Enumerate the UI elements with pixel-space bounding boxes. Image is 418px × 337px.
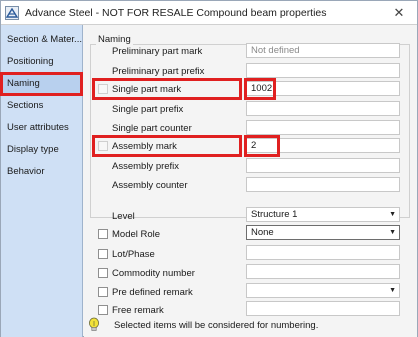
- lightbulb-icon: [89, 317, 99, 331]
- single-part-prefix-field[interactable]: [246, 101, 400, 116]
- naming-group-label: Naming: [96, 34, 133, 45]
- pre-defined-remark-dropdown[interactable]: ▼: [246, 283, 400, 298]
- chevron-down-icon: ▼: [389, 287, 396, 294]
- single-part-mark-field[interactable]: 1002: [246, 81, 400, 96]
- preliminary-part-prefix-label: Preliminary part prefix: [112, 66, 205, 77]
- lot-phase-field[interactable]: [246, 245, 400, 260]
- sidebar: Section & Mater... Positioning Naming Se…: [0, 25, 83, 337]
- sidebar-item-naming[interactable]: Naming: [0, 72, 83, 96]
- preliminary-part-mark-field[interactable]: Not defined: [246, 43, 400, 58]
- free-remark-label: Free remark: [112, 305, 164, 316]
- window-title: Advance Steel - NOT FOR RESALE Compound …: [25, 7, 327, 19]
- chevron-down-icon: ▼: [389, 211, 396, 218]
- model-role-value: None: [251, 227, 274, 238]
- model-role-dropdown[interactable]: None ▼: [246, 225, 400, 240]
- pre-defined-remark-checkbox[interactable]: [98, 287, 108, 297]
- preliminary-part-mark-label: Preliminary part mark: [112, 46, 203, 57]
- single-part-mark-label: Single part mark: [112, 84, 182, 95]
- model-role-checkbox[interactable]: [98, 229, 108, 239]
- sidebar-item-positioning[interactable]: Positioning: [1, 51, 82, 73]
- level-label: Level: [112, 211, 135, 222]
- advance-steel-icon: [5, 6, 19, 20]
- sidebar-item-user-attributes[interactable]: User attributes: [1, 117, 82, 139]
- level-dropdown[interactable]: Structure 1 ▼: [246, 207, 400, 222]
- model-role-label: Model Role: [112, 229, 161, 240]
- assembly-mark-checkbox[interactable]: [98, 141, 108, 151]
- preliminary-part-prefix-field[interactable]: [246, 63, 400, 78]
- sidebar-item-section-material[interactable]: Section & Mater...: [1, 29, 82, 51]
- close-icon: ✕: [393, 5, 405, 20]
- commodity-number-checkbox[interactable]: [98, 268, 108, 278]
- lot-phase-label: Lot/Phase: [112, 249, 155, 260]
- close-button[interactable]: ✕: [391, 5, 407, 21]
- assembly-mark-field[interactable]: 2: [246, 138, 400, 153]
- sidebar-item-sections[interactable]: Sections: [1, 95, 82, 117]
- assembly-prefix-field[interactable]: [246, 158, 400, 173]
- assembly-counter-label: Assembly counter: [112, 180, 188, 191]
- sidebar-item-behavior[interactable]: Behavior: [1, 161, 82, 183]
- single-part-counter-field[interactable]: [246, 120, 400, 135]
- free-remark-field[interactable]: [246, 301, 400, 316]
- content-panel: Naming Preliminary part mark Not defined…: [84, 25, 417, 337]
- numbering-info-text: Selected items will be considered for nu…: [114, 320, 319, 331]
- single-part-counter-label: Single part counter: [112, 123, 192, 134]
- assembly-prefix-label: Assembly prefix: [112, 161, 180, 172]
- assembly-counter-field[interactable]: [246, 177, 400, 192]
- single-part-prefix-label: Single part prefix: [112, 104, 184, 115]
- commodity-number-field[interactable]: [246, 264, 400, 279]
- commodity-number-label: Commodity number: [112, 268, 195, 279]
- chevron-down-icon: ▼: [389, 229, 396, 236]
- level-value: Structure 1: [251, 209, 298, 220]
- dialog-window: Advance Steel - NOT FOR RESALE Compound …: [0, 0, 418, 337]
- lot-phase-checkbox[interactable]: [98, 249, 108, 259]
- single-part-mark-checkbox[interactable]: [98, 84, 108, 94]
- assembly-mark-label: Assembly mark: [112, 141, 177, 152]
- pre-defined-remark-label: Pre defined remark: [112, 287, 193, 298]
- title-bar: Advance Steel - NOT FOR RESALE Compound …: [1, 1, 417, 25]
- free-remark-checkbox[interactable]: [98, 305, 108, 315]
- sidebar-item-display-type[interactable]: Display type: [1, 139, 82, 161]
